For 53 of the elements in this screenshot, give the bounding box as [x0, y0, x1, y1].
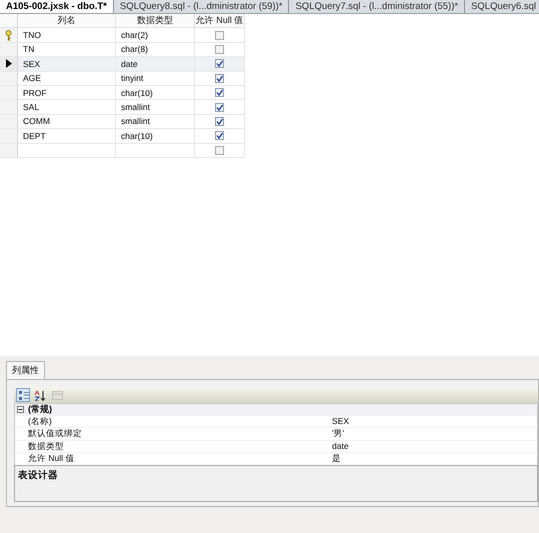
data-type[interactable]: date	[116, 58, 138, 69]
data-type[interactable]: tinyint	[116, 73, 144, 84]
document-tab[interactable]: SQLQuery7.sql - (l...dministrator (55))*	[289, 0, 466, 13]
column-name[interactable]: TN	[18, 44, 34, 54]
key-icon	[5, 30, 12, 41]
sort-arrow-icon	[34, 390, 46, 400]
allow-null-checkbox[interactable]	[215, 131, 224, 140]
toolbar-button[interactable]	[33, 388, 47, 402]
column-header: 允许 Null 值	[195, 14, 245, 28]
pages-icon	[52, 390, 62, 400]
properties-tab[interactable]: 列属性	[6, 361, 45, 379]
column-header: 数据类型	[116, 14, 195, 28]
category-list-icon	[18, 390, 28, 400]
document-tab[interactable]: A105-002.jxsk - dbo.T*	[0, 0, 114, 13]
column-name[interactable]: TNO	[18, 30, 41, 40]
property-name: (名称)	[27, 416, 53, 427]
allow-null-checkbox[interactable]	[215, 59, 224, 68]
property-value[interactable]: SEX	[332, 416, 350, 427]
column-name[interactable]: COMM	[18, 116, 50, 126]
category-row[interactable]: (常规)	[15, 404, 537, 416]
data-type[interactable]: char(2)	[116, 30, 148, 40]
row-selector[interactable]	[0, 57, 18, 72]
property-name: 允许 Null 值	[27, 453, 76, 464]
property-value[interactable]: 是	[332, 453, 341, 464]
allow-null-checkbox[interactable]	[215, 102, 224, 112]
document-tab[interactable]: SQLQuery6.sql	[465, 0, 539, 13]
minus-icon	[17, 406, 24, 414]
allow-null-checkbox[interactable]	[215, 74, 224, 83]
data-type[interactable]: smallint	[116, 102, 150, 112]
collapse-toggle[interactable]	[17, 406, 24, 414]
data-type[interactable]: char(10)	[116, 130, 153, 141]
data-type[interactable]: smallint	[116, 116, 150, 126]
column-name[interactable]: AGE	[18, 73, 41, 84]
category-title: (常规)	[28, 404, 52, 416]
allow-null-checkbox[interactable]	[215, 116, 224, 126]
column-name[interactable]: SAL	[18, 102, 40, 112]
property-value[interactable]: date	[332, 440, 349, 452]
row-pointer-icon	[6, 59, 12, 68]
property-value[interactable]: '男'	[332, 428, 344, 440]
column-name[interactable]: PROF	[18, 88, 47, 98]
column-name[interactable]: SEX	[18, 58, 40, 69]
allow-null-checkbox[interactable]	[215, 30, 224, 40]
document-tab[interactable]: SQLQuery8.sql - (l...dministrator (59))*	[114, 0, 290, 13]
allow-null-checkbox[interactable]	[215, 146, 224, 155]
property-name: 默认值或绑定	[27, 428, 83, 440]
column-name[interactable]: DEPT	[18, 130, 46, 141]
data-type[interactable]: char(8)	[116, 44, 148, 54]
property-name: 数据类型	[27, 440, 65, 452]
column-header: 列名	[18, 14, 116, 28]
description-title: 表设计器	[18, 469, 59, 482]
data-type[interactable]: char(10)	[116, 88, 153, 98]
allow-null-checkbox[interactable]	[215, 44, 224, 54]
allow-null-checkbox[interactable]	[215, 88, 224, 98]
